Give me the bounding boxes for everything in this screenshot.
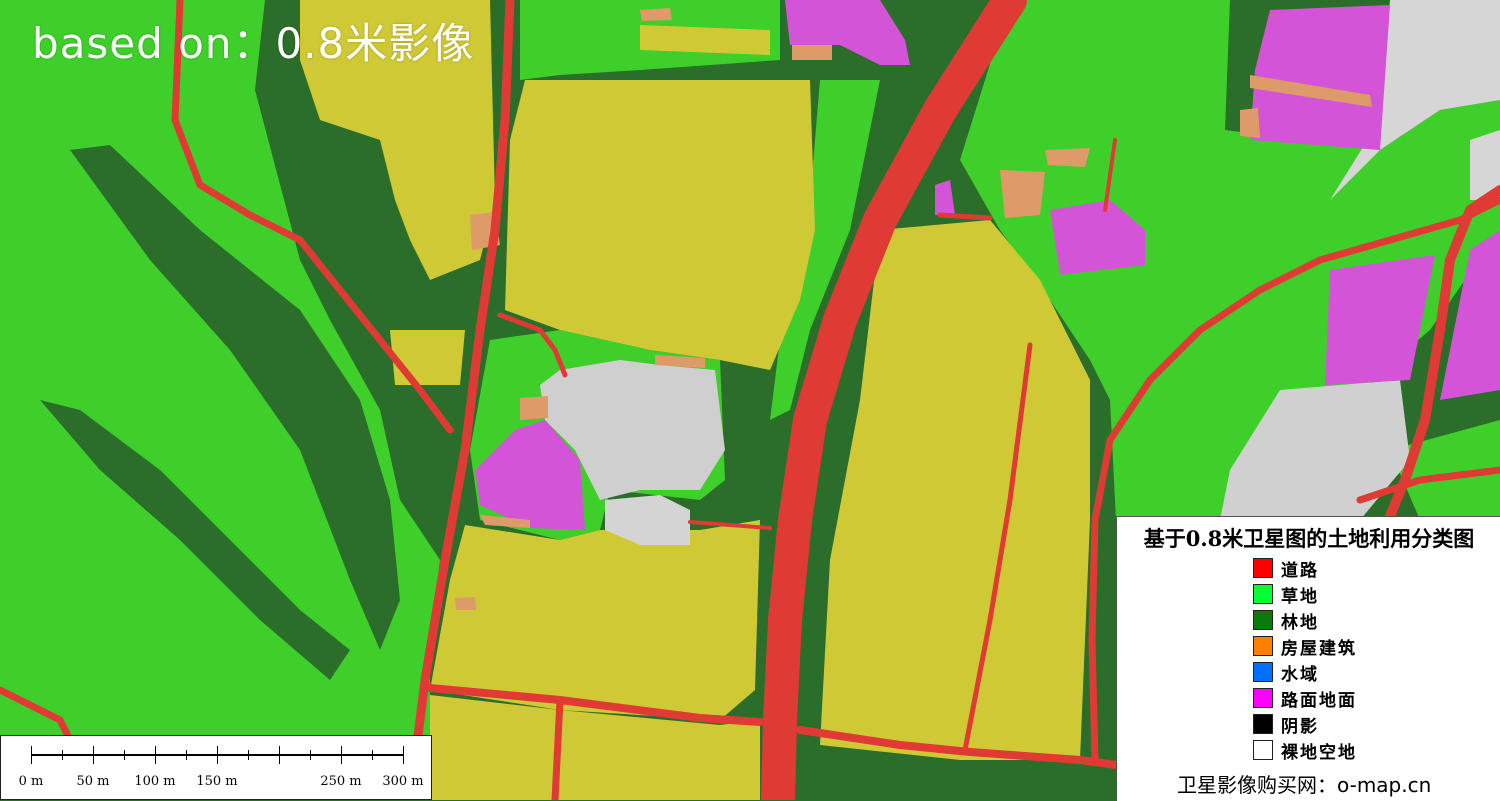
scale-label: 50 m	[76, 774, 110, 789]
legend-item-label: 草地	[1281, 586, 1319, 607]
scale-label: 0 m	[18, 774, 44, 789]
legend-item-building: 房屋建筑	[1253, 633, 1357, 659]
legend-title: 基于0.8米卫星图的土地利用分类图	[1143, 526, 1475, 551]
legend-item-bare-land: 裸地空地	[1253, 737, 1357, 763]
building-block-9	[640, 8, 672, 21]
road-bottom-branch	[551, 696, 564, 800]
scale-label: 150 m	[196, 774, 238, 789]
scale-tick	[62, 750, 63, 760]
legend-item-label: 林地	[1281, 612, 1319, 633]
water-swatch-icon	[1253, 662, 1273, 682]
legend-item-label: 道路	[1281, 560, 1319, 581]
scale-tick	[341, 746, 342, 764]
legend-item-woodland: 林地	[1253, 607, 1357, 633]
bare-land-swatch-icon	[1253, 740, 1273, 760]
scale-tick	[279, 746, 280, 764]
watermark-text: based on：0.8米影像	[32, 19, 475, 68]
legend-item-water: 水域	[1253, 659, 1357, 685]
legend-item-label: 裸地空地	[1281, 742, 1357, 763]
legend-item-label: 阴影	[1281, 716, 1319, 737]
building-block-4	[1045, 148, 1090, 167]
legend-item-shadow: 阴影	[1253, 711, 1357, 737]
scale-tick	[124, 750, 125, 760]
road-north-short	[937, 212, 993, 221]
pavement-swatch-icon	[1253, 688, 1273, 708]
scale-label: 300 m	[382, 774, 424, 789]
map-legend: 基于0.8米卫星图的土地利用分类图 道路 草地 林地 房屋建筑 水域 路面地面 …	[1116, 516, 1500, 801]
scale-label: 250 m	[320, 774, 362, 789]
woodland-swatch-icon	[1253, 610, 1273, 630]
scale-tick	[93, 746, 94, 764]
building-block-6	[520, 396, 548, 420]
farmland-top-strip	[640, 25, 770, 55]
legend-item-road: 道路	[1253, 555, 1357, 581]
grassland-swatch-icon	[1253, 584, 1273, 604]
road-swatch-icon	[1253, 558, 1273, 578]
pavement-area-northeast	[1250, 5, 1390, 150]
building-swatch-icon	[1253, 636, 1273, 656]
building-block-8	[455, 597, 476, 610]
scale-tick	[186, 750, 187, 760]
scale-label: 100 m	[134, 774, 176, 789]
scale-tick	[217, 746, 218, 764]
legend-item-grassland: 草地	[1253, 581, 1357, 607]
scale-tick	[372, 750, 373, 760]
building-block-3	[1000, 170, 1045, 218]
legend-item-label: 房屋建筑	[1281, 638, 1357, 659]
scale-tick	[248, 750, 249, 760]
shadow-swatch-icon	[1253, 714, 1273, 734]
farmland-center-north	[505, 80, 815, 370]
scale-tick	[155, 746, 156, 764]
scale-tick	[31, 746, 32, 764]
legend-footer-link[interactable]: 卫星影像购买网：o-map.cn	[1177, 769, 1431, 798]
building-block-10	[792, 45, 832, 60]
legend-item-pavement: 路面地面	[1253, 685, 1357, 711]
scale-bar: 0 m 50 m 100 m 150 m 250 m 300 m	[0, 735, 432, 800]
legend-items: 道路 草地 林地 房屋建筑 水域 路面地面 阴影 裸地空地	[1253, 555, 1357, 763]
legend-item-label: 水域	[1281, 664, 1319, 685]
scale-tick	[310, 750, 311, 760]
farmland-small-left	[390, 330, 465, 385]
building-block-5	[1240, 108, 1260, 138]
legend-item-label: 路面地面	[1281, 690, 1357, 711]
scale-tick	[403, 746, 404, 764]
